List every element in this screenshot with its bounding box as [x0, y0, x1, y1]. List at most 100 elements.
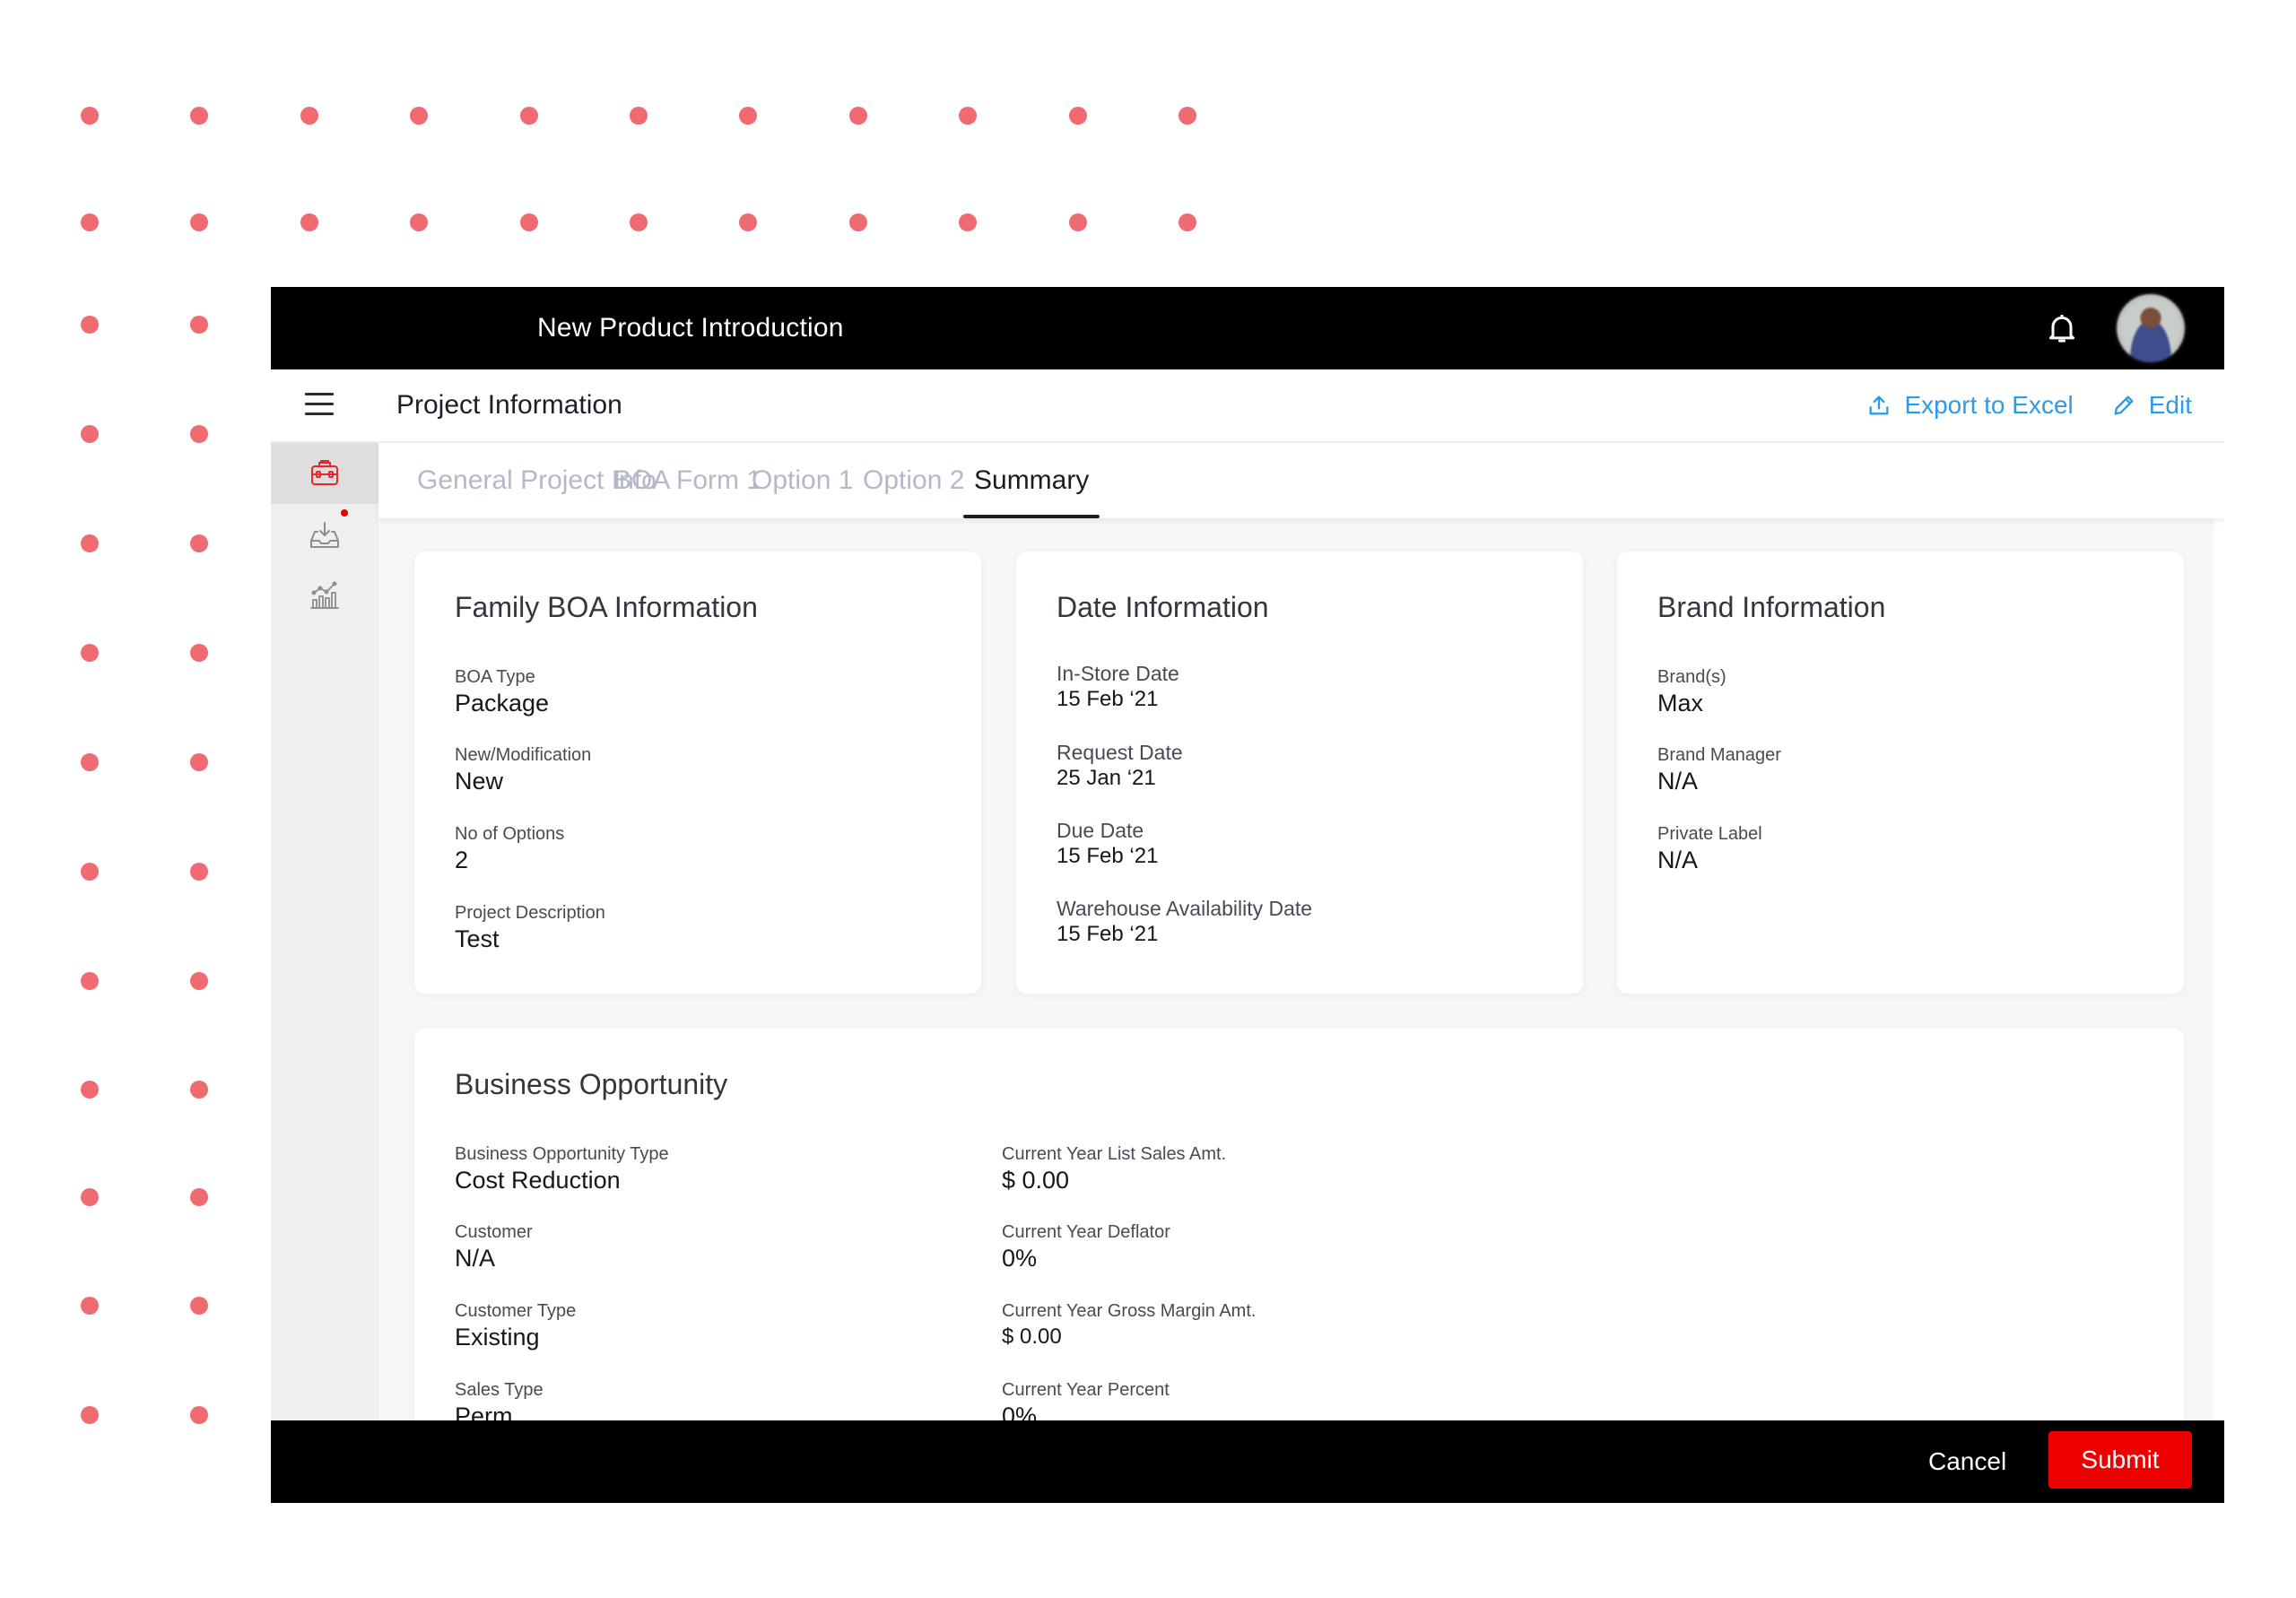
field-customer-type: Customer Type Existing: [455, 1301, 577, 1350]
field-in-store-date: In-Store Date 15 Feb ‘21: [1057, 662, 1179, 711]
field-brand-manager: Brand Manager N/A: [1657, 745, 1781, 795]
page-title: Project Information: [396, 390, 622, 420]
decorative-dot: [81, 753, 99, 771]
decorative-dot: [739, 107, 758, 125]
decorative-dot: [81, 213, 99, 231]
field-business-opportunity-type: Business Opportunity Type Cost Reduction: [455, 1144, 669, 1194]
page-subheader: Project Information Export to Excel Edit: [271, 369, 2224, 443]
bell-icon[interactable]: [2044, 310, 2080, 346]
brand-information-card: Brand Information Brand(s) Max Brand Man…: [1617, 551, 2184, 994]
decorative-dot: [190, 753, 209, 771]
decorative-dot: [190, 1188, 209, 1206]
decorative-dot: [190, 1297, 209, 1315]
field-current-year-gross-margin-amt: Current Year Gross Margin Amt. $ 0.00: [1002, 1301, 1257, 1349]
field-private-label: Private Label N/A: [1657, 824, 1762, 873]
field-request-date: Request Date 25 Jan ‘21: [1057, 741, 1183, 790]
sidebar-item-inbox[interactable]: [271, 504, 378, 565]
field-new-modification: New/Modification New: [455, 745, 592, 795]
tab-bar: General Project Info BOA Form 1 Option 1…: [378, 443, 2224, 518]
field-warehouse-availability-date: Warehouse Availability Date 15 Feb ‘21: [1057, 897, 1313, 946]
decorative-dot: [630, 213, 648, 231]
tab-boa-form-1[interactable]: BOA Form 1: [613, 443, 761, 518]
decorative-dot: [190, 972, 209, 990]
upload-icon: [1869, 395, 1889, 415]
field-due-date: Due Date 15 Feb ‘21: [1057, 819, 1159, 868]
card-title: Date Information: [1057, 591, 1269, 623]
decorative-dot: [1178, 213, 1196, 231]
decorative-dot: [190, 107, 209, 125]
decorative-dot: [190, 534, 209, 552]
decorative-dot: [81, 644, 99, 662]
card-title: Family BOA Information: [455, 591, 758, 623]
hamburger-menu-icon[interactable]: [305, 393, 334, 418]
field-no-of-options: No of Options 2: [455, 824, 565, 873]
field-brands: Brand(s) Max: [1657, 667, 1726, 716]
decorative-dot: [190, 425, 209, 443]
field-current-year-list-sales-amt: Current Year List Sales Amt. $ 0.00: [1002, 1144, 1227, 1194]
pencil-icon: [2114, 395, 2134, 415]
decorative-dot: [1068, 107, 1087, 125]
decorative-dot: [190, 1081, 209, 1099]
decorative-dot: [81, 534, 99, 552]
decorative-dot: [190, 644, 209, 662]
sidebar-item-projects[interactable]: [271, 443, 378, 504]
card-title: Brand Information: [1657, 591, 1886, 623]
decorative-dot: [190, 863, 209, 881]
decorative-dot: [81, 316, 99, 334]
decorative-dot: [848, 213, 867, 231]
decorative-dot: [190, 213, 209, 231]
card-title: Business Opportunity: [455, 1068, 728, 1100]
decorative-dot: [81, 972, 99, 990]
decorative-dot: [630, 107, 648, 125]
decorative-dot: [300, 107, 318, 125]
analytics-chart-icon: [310, 581, 339, 609]
decorative-dot: [959, 213, 978, 231]
field-project-description: Project Description Test: [455, 903, 605, 952]
tab-option-2[interactable]: Option 2: [863, 443, 964, 518]
field-customer: Customer N/A: [455, 1222, 533, 1272]
sidebar: [271, 443, 378, 1420]
decorative-dot: [1068, 213, 1087, 231]
submit-button[interactable]: Submit: [2048, 1431, 2192, 1489]
export-to-excel-button[interactable]: Export to Excel: [1866, 391, 2074, 420]
page-actions: Export to Excel Edit: [1866, 369, 2192, 441]
field-current-year-deflator: Current Year Deflator 0%: [1002, 1222, 1170, 1272]
decorative-dot: [81, 1188, 99, 1206]
app-title: New Product Introduction: [537, 313, 844, 343]
briefcase-icon: [311, 460, 338, 485]
notification-badge: [341, 509, 348, 517]
decorative-dot: [81, 1297, 99, 1315]
field-boa-type: BOA Type Package: [455, 667, 550, 716]
decorative-dot: [410, 213, 429, 231]
family-boa-card: Family BOA Information BOA Type Package …: [414, 551, 981, 994]
tab-option-1[interactable]: Option 1: [752, 443, 853, 518]
decorative-dot: [81, 1081, 99, 1099]
decorative-dot: [739, 213, 758, 231]
edit-label: Edit: [2148, 391, 2192, 419]
decorative-dot: [519, 107, 538, 125]
inbox-download-icon: [310, 522, 339, 548]
footer-action-bar: Cancel Submit: [271, 1420, 2224, 1503]
export-label: Export to Excel: [1904, 391, 2074, 419]
decorative-dot: [81, 1406, 99, 1424]
top-header-bar: New Product Introduction: [271, 287, 2224, 369]
decorative-dot: [959, 107, 978, 125]
decorative-dot: [410, 107, 429, 125]
date-information-card: Date Information In-Store Date 15 Feb ‘2…: [1016, 551, 1583, 994]
decorative-dot: [1178, 107, 1196, 125]
decorative-dot: [81, 425, 99, 443]
summary-content: Family BOA Information BOA Type Package …: [378, 518, 2213, 1495]
decorative-dot: [81, 107, 99, 125]
decorative-dot: [848, 107, 867, 125]
app-window: New Product Introduction Project Informa…: [271, 287, 2224, 1503]
decorative-dot: [190, 1406, 209, 1424]
sidebar-item-analytics[interactable]: [271, 565, 378, 626]
decorative-dot: [300, 213, 318, 231]
decorative-dot: [519, 213, 538, 231]
user-avatar[interactable]: [2117, 294, 2185, 362]
tab-summary[interactable]: Summary: [962, 443, 1100, 518]
decorative-dot: [81, 863, 99, 881]
cancel-button[interactable]: Cancel: [1928, 1420, 2006, 1503]
edit-button[interactable]: Edit: [2111, 391, 2192, 420]
decorative-dot: [190, 316, 209, 334]
